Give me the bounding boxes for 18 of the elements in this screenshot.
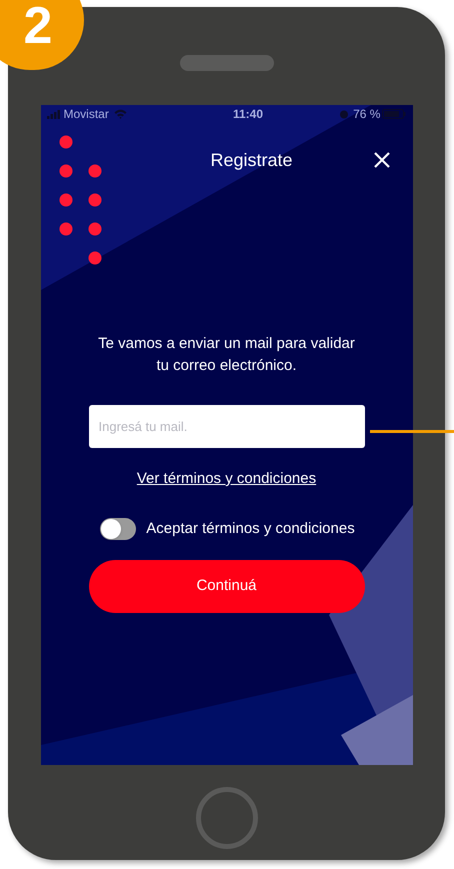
toggle-label: Aceptar términos y condiciones bbox=[146, 518, 355, 538]
speaker-icon bbox=[180, 55, 274, 71]
toggle-knob bbox=[101, 518, 122, 539]
step-number: 2 bbox=[24, 0, 52, 52]
carrier-name: Movistar bbox=[64, 106, 109, 123]
wifi-icon bbox=[114, 109, 127, 119]
status-time: 11:40 bbox=[232, 106, 263, 123]
battery-icon bbox=[382, 109, 406, 119]
email-input[interactable]: Ingresá tu mail. bbox=[88, 405, 364, 448]
screen-title: Registrate bbox=[209, 149, 294, 172]
battery-percent: 76 % bbox=[353, 106, 380, 123]
continue-button[interactable]: Continuá bbox=[88, 560, 364, 613]
signal-icon bbox=[46, 110, 60, 118]
terms-link[interactable]: Ver términos y condiciones bbox=[136, 468, 316, 490]
terms-toggle[interactable] bbox=[100, 518, 136, 540]
info-message: Te vamos a enviar un mail para validar tu correo electrónico. bbox=[97, 334, 356, 376]
alarm-icon bbox=[339, 109, 350, 119]
dots-logo-icon bbox=[58, 135, 102, 265]
